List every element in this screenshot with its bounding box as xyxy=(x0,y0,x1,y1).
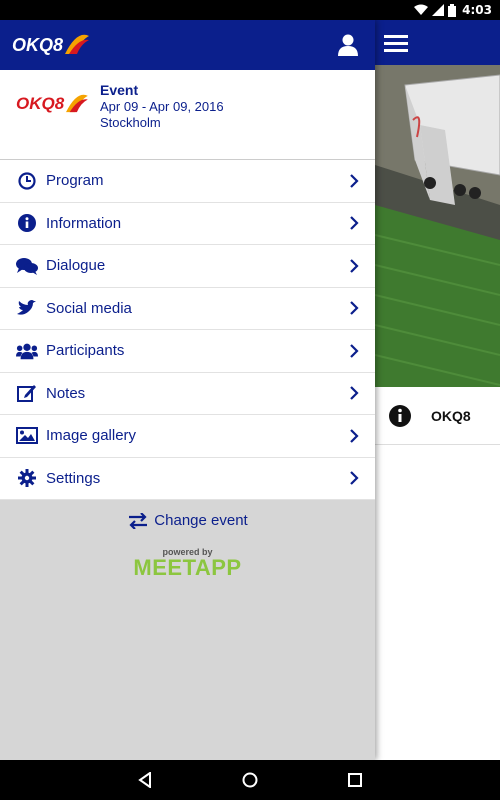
chevron-right-icon xyxy=(350,301,359,316)
main-header xyxy=(375,20,500,65)
event-logo-flame-icon xyxy=(66,94,89,113)
menu-label-notes: Notes xyxy=(46,384,86,402)
menu-label-information: Information xyxy=(46,214,122,232)
hero-image xyxy=(375,65,500,387)
menu-item-image-gallery[interactable]: Image gallery xyxy=(0,415,375,458)
menu-label-participants: Participants xyxy=(46,342,125,360)
signal-icon xyxy=(432,4,445,16)
chevron-right-icon xyxy=(350,216,359,231)
recents-square-icon xyxy=(348,773,362,787)
info-icon xyxy=(16,213,38,233)
menu-label-dialogue: Dialogue xyxy=(46,257,106,275)
chevron-right-icon xyxy=(350,258,359,273)
chevron-right-icon xyxy=(350,428,359,443)
main-panel: OKQ8 xyxy=(375,20,500,760)
chevron-right-icon xyxy=(350,471,359,486)
home-circle-icon xyxy=(242,772,258,788)
change-event-label: Change event xyxy=(154,512,248,529)
battery-icon xyxy=(448,3,457,17)
event-title: Event xyxy=(100,82,139,98)
back-button[interactable] xyxy=(93,772,198,788)
user-profile-icon[interactable] xyxy=(337,34,359,56)
status-bar: 4:03 xyxy=(0,0,500,20)
chevron-right-icon xyxy=(350,386,359,401)
back-triangle-icon xyxy=(138,772,151,788)
screen: 4:03 OKQ8 OKQ8 OKQ8 Event Apr 09 - Apr 0… xyxy=(0,0,500,800)
status-time: 4:03 xyxy=(462,3,492,17)
okq8-info-row[interactable]: OKQ8 xyxy=(375,387,500,445)
menu-label-program: Program xyxy=(46,172,104,190)
drawer-footer: Change event powered by MEETAPP xyxy=(0,500,375,579)
event-logo: OKQ8 xyxy=(0,82,100,114)
people-icon xyxy=(16,341,38,361)
menu-item-dialogue[interactable]: Dialogue xyxy=(0,245,375,288)
image-icon xyxy=(16,426,38,446)
swap-arrows-icon xyxy=(129,512,148,529)
menu-item-social-media[interactable]: Social media xyxy=(0,288,375,330)
menu-label-social-media: Social media xyxy=(46,299,132,317)
info-icon xyxy=(389,404,411,427)
menu-item-information[interactable]: Information xyxy=(0,203,375,245)
menu-item-program[interactable]: Program xyxy=(0,160,375,203)
navigation-drawer: OKQ8 OKQ8 Event Apr 09 - Apr 09, 2016 St… xyxy=(0,20,375,760)
menu-item-participants[interactable]: Participants xyxy=(0,330,375,373)
menu-label-image-gallery: Image gallery xyxy=(46,427,137,445)
edit-note-icon xyxy=(16,383,38,403)
change-event-button[interactable]: Change event xyxy=(127,512,248,529)
chevron-right-icon xyxy=(350,343,359,358)
drawer-header: OKQ8 xyxy=(0,20,375,70)
home-button[interactable] xyxy=(198,772,303,788)
event-details: Event Apr 09 - Apr 09, 2016 Stockholm xyxy=(100,82,224,131)
info-row-label: OKQ8 xyxy=(431,407,471,424)
meetapp-logo: MEETAPP xyxy=(133,555,242,580)
chevron-right-icon xyxy=(350,173,359,188)
logo-text: OKQ8 xyxy=(12,34,64,55)
gear-icon xyxy=(16,468,38,488)
event-location: Stockholm xyxy=(100,115,161,130)
current-event-card[interactable]: OKQ8 Event Apr 09 - Apr 09, 2016 Stockho… xyxy=(0,70,375,160)
wifi-icon xyxy=(414,4,429,15)
twitter-bird-icon xyxy=(16,298,38,318)
recents-button[interactable] xyxy=(303,773,408,787)
menu-label-settings: Settings xyxy=(46,469,101,487)
hamburger-menu-icon[interactable] xyxy=(384,33,408,53)
drawer-menu: Program Information Dialogue Social medi… xyxy=(0,160,375,500)
menu-item-settings[interactable]: Settings xyxy=(0,458,375,500)
event-logo-text: OKQ8 xyxy=(16,94,65,113)
event-dates: Apr 09 - Apr 09, 2016 xyxy=(100,99,224,114)
logo-flame-icon xyxy=(65,34,90,54)
okq8-logo: OKQ8 xyxy=(12,34,90,56)
chat-bubbles-icon xyxy=(16,256,38,276)
clock-icon xyxy=(16,171,38,191)
menu-item-notes[interactable]: Notes xyxy=(0,373,375,415)
system-nav-bar xyxy=(0,760,500,800)
